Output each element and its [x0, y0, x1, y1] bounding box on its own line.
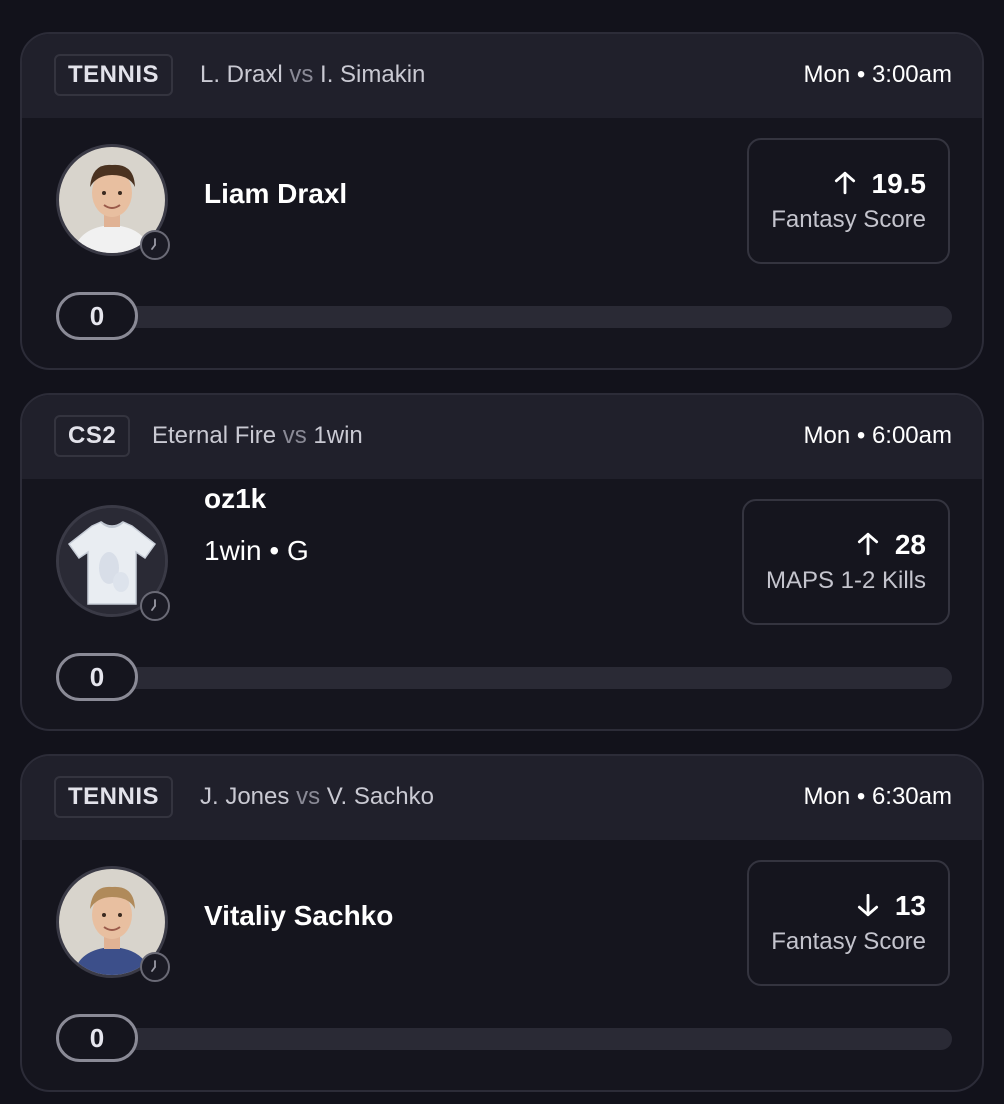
card-header: TENNIS L. Draxl vs I. Simakin Mon • 3:00am [22, 34, 982, 118]
sport-badge: TENNIS [54, 54, 174, 96]
game-time: Mon • 6:00am [803, 422, 952, 449]
card-header: CS2 Eternal Fire vs 1win Mon • 6:00am [22, 395, 982, 479]
arrow-up-icon [857, 532, 878, 556]
matchup: L. Draxl vs I. Simakin [200, 54, 425, 96]
sport-badge: TENNIS [54, 776, 174, 818]
progress-value: 0 [56, 653, 138, 701]
projection-card[interactable]: CS2 Eternal Fire vs 1win Mon • 6:00am oz1k 1… [20, 393, 984, 731]
game-time: Mon • 3:00am [803, 61, 952, 88]
line-value: 19.5 [871, 168, 927, 199]
progress-track [106, 306, 952, 328]
projection-list: TENNIS L. Draxl vs I. Simakin Mon • 3:00am… [0, 0, 1004, 1104]
player-name: oz1k [204, 483, 267, 514]
projection-line-button[interactable]: 28 MAPS 1-2 Kills [741, 499, 950, 625]
stat-line: 28 [766, 525, 926, 565]
sport-badge: CS2 [54, 415, 131, 457]
stat-type: MAPS 1-2 Kills [765, 567, 926, 594]
clock-icon [140, 952, 170, 982]
line-value: 13 [894, 890, 926, 921]
progress-value: 0 [56, 292, 138, 340]
player-name: Liam Draxl [204, 178, 348, 209]
stat-line: 13 [771, 886, 926, 926]
clock-icon [140, 591, 170, 621]
progress-value: 0 [56, 1014, 138, 1062]
team-position: 1win • G [204, 535, 309, 566]
matchup: J. Jones vs V. Sachko [200, 776, 434, 818]
stat-type: Fantasy Score [771, 206, 926, 233]
card-header: TENNIS J. Jones vs V. Sachko Mon • 6:30am [22, 756, 982, 840]
game-time: Mon • 6:30am [803, 783, 952, 810]
matchup: Eternal Fire vs 1win [152, 415, 363, 457]
line-value: 28 [894, 529, 926, 560]
team-a: J. Jones [200, 783, 290, 810]
arrow-up-icon [834, 171, 855, 195]
stat-type: Fantasy Score [771, 928, 926, 955]
projection-card[interactable]: TENNIS L. Draxl vs I. Simakin Mon • 3:00am… [20, 32, 984, 370]
vs-label: vs [289, 61, 314, 88]
arrow-down-icon [857, 893, 878, 917]
projection-card[interactable]: TENNIS J. Jones vs V. Sachko Mon • 6:30am V… [20, 754, 984, 1092]
progress-track [106, 1028, 952, 1050]
stat-line: 19.5 [771, 164, 926, 204]
vs-label: vs [282, 422, 307, 449]
projection-line-button[interactable]: 13 Fantasy Score [747, 860, 950, 986]
team-b: V. Sachko [326, 783, 434, 810]
team-a: L. Draxl [200, 61, 283, 88]
team-b: I. Simakin [320, 61, 426, 88]
clock-icon [140, 230, 170, 260]
vs-label: vs [296, 783, 321, 810]
projection-line-button[interactable]: 19.5 Fantasy Score [747, 138, 950, 264]
player-name: Vitaliy Sachko [204, 900, 394, 931]
progress-track [106, 667, 952, 689]
team-b: 1win [313, 422, 363, 449]
team-a: Eternal Fire [152, 422, 277, 449]
